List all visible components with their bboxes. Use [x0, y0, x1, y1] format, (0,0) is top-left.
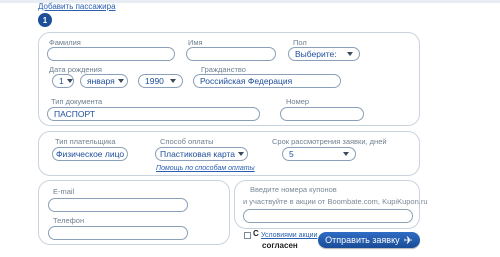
phone-input[interactable] [48, 226, 188, 240]
chevron-down-icon [66, 79, 73, 83]
chevron-down-icon [127, 152, 128, 156]
birth-month-select[interactable]: января [80, 74, 128, 88]
payer-type-value: Физическое лицо [56, 149, 125, 159]
citizenship-label: Гражданство [201, 65, 246, 74]
add-passenger-link[interactable]: Добавить пассажира [38, 2, 116, 11]
email-input[interactable] [48, 198, 188, 212]
terms-link[interactable]: Условиями акции [261, 232, 317, 239]
doc-number-input[interactable] [280, 107, 364, 121]
chevron-down-icon [170, 79, 176, 83]
promo-text-line2: и участвуйте в акции от Boombate.com, Ku… [243, 197, 428, 206]
promo-text-line1: Введите номера купонов [250, 185, 337, 194]
agree-text: согласен [262, 241, 298, 250]
gender-label: Пол [293, 38, 307, 47]
chevron-down-icon [343, 152, 349, 156]
terms-checkbox[interactable] [244, 232, 251, 239]
payment-method-select[interactable]: Пластиковая карта [155, 147, 248, 161]
review-term-select[interactable]: 5 [282, 147, 356, 161]
doc-type-label: Тип документа [51, 97, 103, 106]
doc-number-label: Номер [286, 97, 310, 106]
submit-button-label: Отправить заявку [325, 235, 400, 245]
coupon-input[interactable] [243, 209, 413, 223]
chevron-down-icon [117, 79, 124, 83]
chevron-down-icon [238, 152, 245, 156]
name-input[interactable] [186, 47, 276, 61]
gender-select[interactable]: Выберите: [288, 47, 360, 61]
surname-input[interactable] [47, 47, 175, 61]
surname-label: Фамилия [49, 38, 81, 47]
payer-type-label: Тип плательщика [55, 137, 116, 146]
birth-month-value: января [87, 76, 115, 86]
payment-method-label: Способ оплаты [160, 137, 214, 146]
phone-label: Телефон [53, 216, 85, 225]
payment-help-link[interactable]: Помощь по способам оплаты [156, 165, 255, 172]
birth-year-value: 1990 [145, 76, 164, 86]
citizenship-input[interactable]: Российская Федерация [193, 74, 341, 88]
birth-year-select[interactable]: 1990 [138, 74, 183, 88]
payer-type-select[interactable]: Физическое лицо [52, 147, 128, 161]
submit-button[interactable]: Отправить заявку ✈ [318, 232, 420, 248]
review-term-value: 5 [289, 149, 294, 159]
passenger-number-badge: 1 [38, 13, 52, 27]
birth-day-select[interactable]: 1 [52, 74, 74, 88]
terms-prefix: С [253, 229, 259, 238]
doc-type-select[interactable]: ПАСПОРТ [47, 107, 260, 121]
birth-date-label: Дата рождения [49, 65, 102, 74]
chevron-down-icon [347, 52, 353, 56]
name-label: Имя [188, 38, 203, 47]
airplane-icon: ✈ [403, 234, 413, 247]
payment-method-value: Пластиковая карта [160, 149, 236, 159]
email-label: E-mail [53, 187, 75, 196]
birth-day-value: 1 [59, 76, 64, 86]
gender-select-value: Выберите: [295, 49, 337, 59]
review-term-label: Срок рассмотрения заявки, дней [272, 137, 387, 146]
